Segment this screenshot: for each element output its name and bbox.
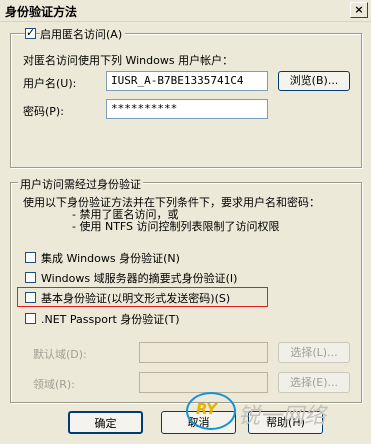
enable-anonymous-label[interactable]: 启用匿名访问(A) [40, 26, 126, 42]
username-input[interactable]: IUSR_A-B7BE1335741C4 [106, 71, 268, 91]
password-input[interactable]: ********** [106, 99, 268, 119]
digest-auth-checkbox[interactable] [25, 272, 36, 283]
auth-description-line3: - 使用 NTFS 访问控制列表限制了访问权限 [72, 220, 280, 233]
title-bar: 身份验证方法 × [0, 0, 371, 22]
realm-label: 领域(R): [33, 378, 75, 391]
close-button[interactable]: × [350, 2, 368, 18]
ok-button[interactable]: 确定 [68, 411, 143, 434]
browse-button[interactable]: 浏览(B)... [278, 71, 350, 91]
passport-auth-checkbox[interactable] [25, 313, 36, 324]
password-label: 密码(P): [23, 105, 64, 118]
select-realm-button: 选择(E)... [278, 372, 350, 393]
watermark-text: 锐一网络 [238, 404, 327, 429]
enable-anonymous-checkbox[interactable] [25, 26, 36, 39]
close-icon: × [354, 3, 364, 16]
select-domain-button: 选择(L)... [278, 342, 350, 363]
integrated-windows-auth-label[interactable]: 集成 Windows 身份验证(N) [41, 250, 180, 266]
anonymous-description: 对匿名访问使用下列 Windows 用户帐户： [23, 54, 234, 67]
username-label: 用户名(U): [23, 77, 77, 90]
default-domain-label: 默认域(D): [33, 348, 87, 361]
integrated-windows-auth-checkbox[interactable] [25, 252, 36, 263]
default-domain-input [139, 342, 268, 363]
authenticated-legend: 用户访问需经过身份验证 [18, 176, 143, 192]
realm-input [139, 372, 268, 393]
window-title: 身份验证方法 [5, 5, 78, 19]
watermark-logo: RY [196, 400, 218, 418]
digest-auth-label[interactable]: Windows 域服务器的摘要式身份验证(I) [41, 270, 237, 286]
basic-auth-highlight [17, 287, 268, 307]
passport-auth-label[interactable]: .NET Passport 身份验证(T) [41, 311, 180, 327]
